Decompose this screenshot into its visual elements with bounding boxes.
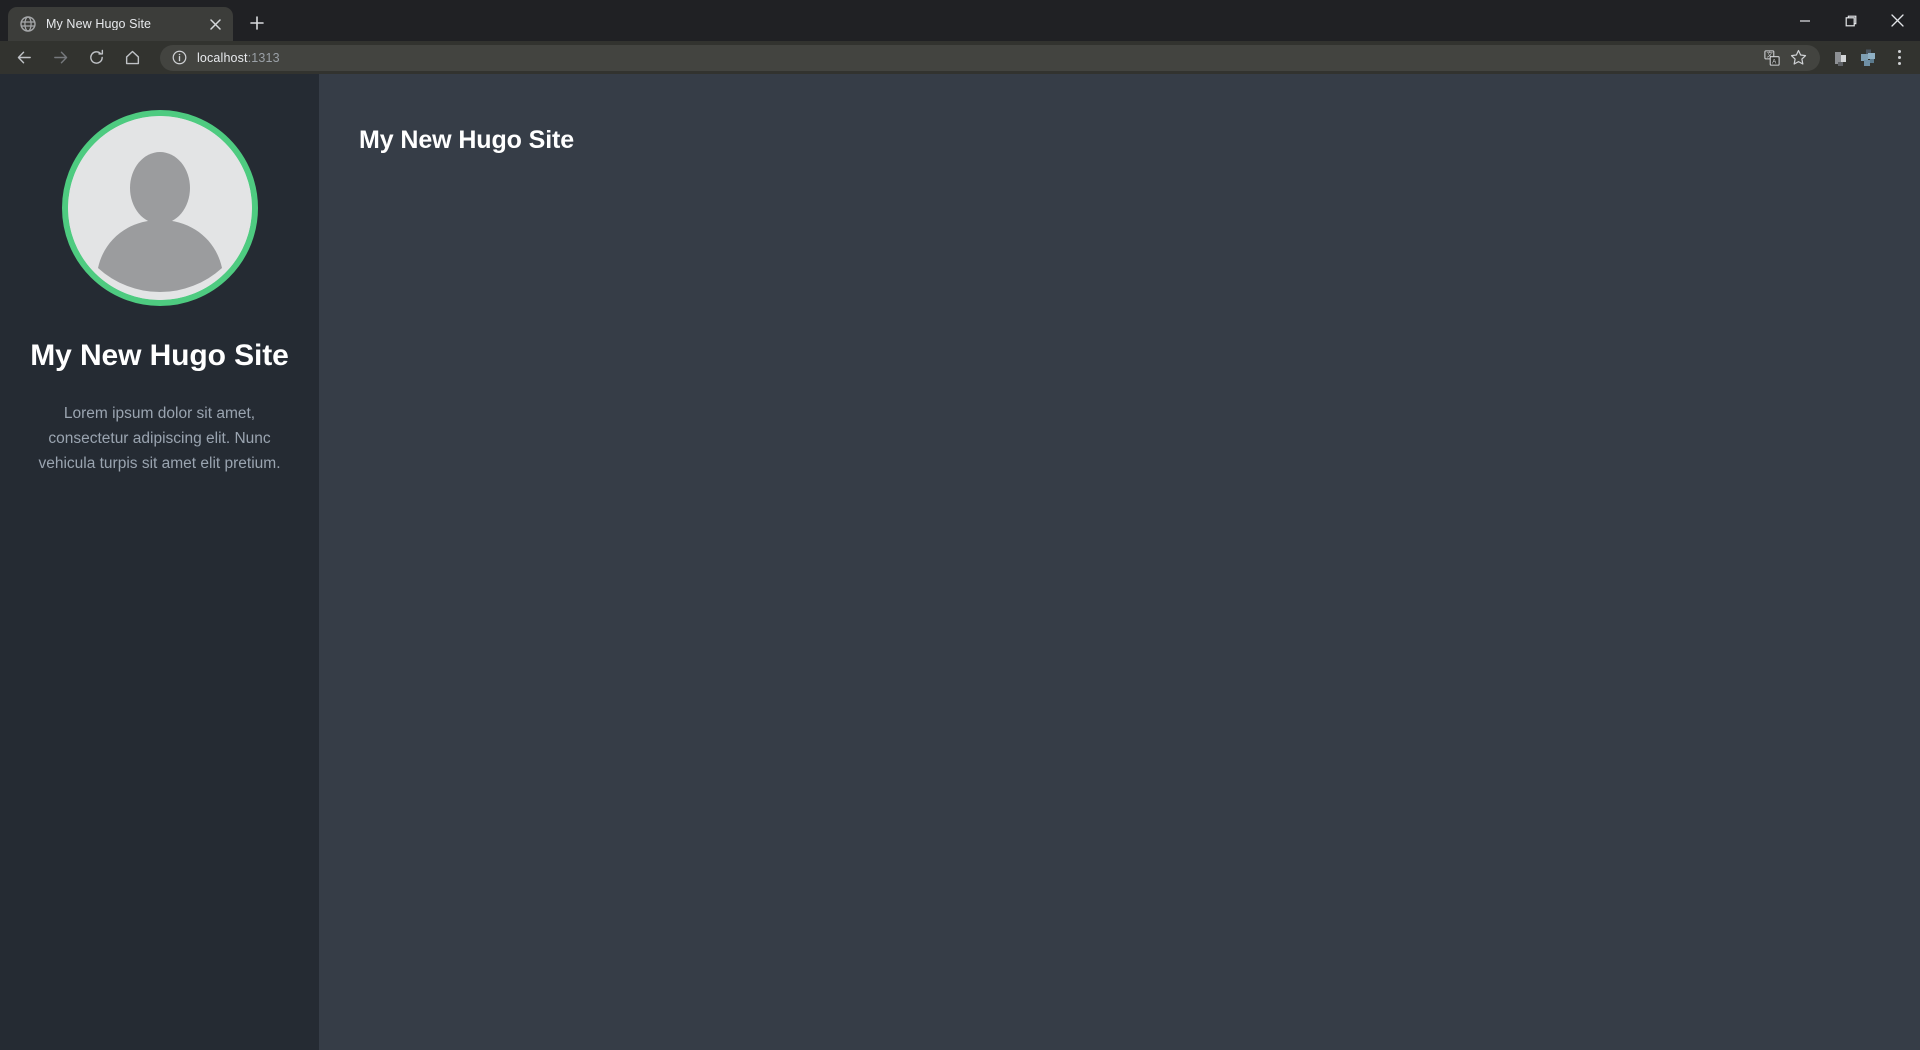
star-icon[interactable] xyxy=(1786,46,1810,70)
site-title: My New Hugo Site xyxy=(30,339,289,372)
reload-icon[interactable] xyxy=(80,44,112,72)
extension-icons xyxy=(1830,47,1880,69)
plus-icon xyxy=(250,16,264,30)
maximize-restore-button[interactable] xyxy=(1828,0,1874,41)
browser-toolbar: localhost:1313 文 A xyxy=(0,41,1920,74)
back-arrow-icon[interactable] xyxy=(8,44,40,72)
avatar xyxy=(61,110,258,306)
close-icon[interactable] xyxy=(205,14,225,34)
minimize-button[interactable] xyxy=(1782,0,1828,41)
address-bar-actions: 文 A xyxy=(1760,46,1810,70)
url-host: localhost xyxy=(197,50,248,65)
window-controls xyxy=(1782,0,1920,41)
user-placeholder-icon xyxy=(67,116,252,300)
extension-icon-two[interactable] xyxy=(1858,47,1880,69)
page-viewport: My New Hugo Site Lorem ipsum dolor sit a… xyxy=(0,74,1920,1050)
extension-icon-one[interactable] xyxy=(1830,47,1852,69)
url-port: :1313 xyxy=(247,50,280,65)
browser-window: My New Hugo Site localhost:1313 文 A My N… xyxy=(0,0,1920,1050)
info-circle-icon[interactable] xyxy=(171,50,187,66)
three-dot-menu-icon[interactable] xyxy=(1886,44,1912,72)
tab-list: My New Hugo Site xyxy=(0,0,272,41)
new-tab-button[interactable] xyxy=(242,8,272,38)
page-title: My New Hugo Site xyxy=(359,126,575,154)
site-sidebar: My New Hugo Site Lorem ipsum dolor sit a… xyxy=(0,74,319,1050)
address-bar[interactable]: localhost:1313 文 A xyxy=(160,44,1820,71)
translate-icon[interactable]: 文 A xyxy=(1760,46,1784,70)
main-content: My New Hugo Site xyxy=(319,74,1920,1050)
close-window-button[interactable] xyxy=(1874,0,1920,41)
url-text: localhost:1313 xyxy=(197,51,280,65)
tab-strip: My New Hugo Site xyxy=(0,0,1920,41)
forward-arrow-icon[interactable] xyxy=(44,44,76,72)
globe-icon xyxy=(20,16,36,32)
browser-tab-active[interactable]: My New Hugo Site xyxy=(8,7,233,41)
home-icon[interactable] xyxy=(116,44,148,72)
tab-title: My New Hugo Site xyxy=(46,17,152,31)
site-description: Lorem ipsum dolor sit amet, consectetur … xyxy=(38,404,281,473)
